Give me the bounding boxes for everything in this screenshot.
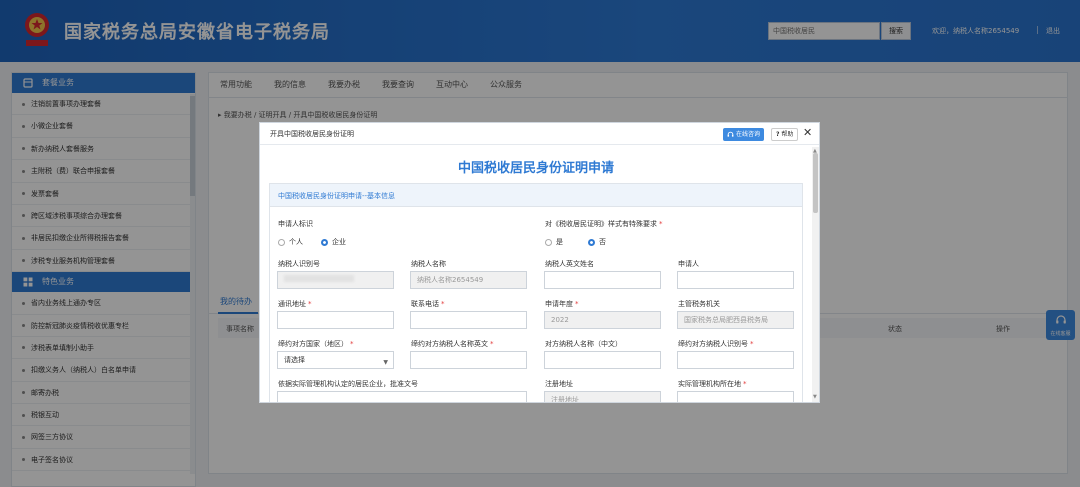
radio-special-yes[interactable]: 是 bbox=[545, 237, 563, 247]
year-label: 申请年度 * bbox=[545, 299, 579, 309]
radio-label: 个人 bbox=[289, 238, 303, 246]
required-mark: * bbox=[350, 340, 354, 348]
redacted-value bbox=[284, 275, 354, 282]
mgmt-location-label: 实际管理机构所在地 * bbox=[678, 379, 747, 389]
help-label: 帮助 bbox=[781, 131, 794, 138]
counterparty-cn-label: 对方纳税人名称（中文） bbox=[545, 340, 622, 348]
required-mark: * bbox=[308, 300, 312, 308]
required-mark: * bbox=[659, 220, 663, 228]
required-mark: * bbox=[441, 300, 445, 308]
authority-field: 国家税务总局肥西县税务局 bbox=[677, 311, 794, 329]
required-mark: * bbox=[575, 300, 579, 308]
counterparty-en-field[interactable] bbox=[410, 351, 527, 369]
applicant-label: 申请人 bbox=[678, 260, 699, 268]
year-label-text: 申请年度 bbox=[545, 300, 573, 308]
counterparty-cn-field[interactable] bbox=[544, 351, 661, 369]
phone-label-text: 联系电话 bbox=[411, 300, 439, 308]
radio-circle-selected bbox=[588, 238, 595, 246]
country-label: 缔约对方国家（地区） * bbox=[278, 339, 354, 349]
country-label-text: 缔约对方国家（地区） bbox=[278, 340, 348, 348]
required-mark: * bbox=[490, 340, 494, 348]
radio-label: 否 bbox=[599, 238, 606, 246]
address-label: 通讯地址 * bbox=[278, 299, 312, 309]
residency-certificate-dialog: 开具中国税收居民身份证明 在线咨询 ? 帮助 ✕ ▲ ▼ 中国税收居民身份证明申… bbox=[259, 122, 820, 403]
reg-address-field: 注册地址 bbox=[544, 391, 661, 402]
counterparty-id-label-text: 缔约对方纳税人识别号 bbox=[678, 340, 748, 348]
year-field: 2022 bbox=[544, 311, 661, 329]
applicant-field[interactable] bbox=[677, 271, 794, 289]
close-icon[interactable]: ✕ bbox=[803, 127, 812, 139]
online-consult-button[interactable]: 在线咨询 bbox=[723, 128, 765, 141]
required-mark: * bbox=[750, 340, 754, 348]
radio-circle bbox=[278, 238, 285, 246]
headset-icon bbox=[727, 131, 734, 137]
tax-id-label: 纳税人识别号 bbox=[278, 260, 320, 268]
radio-label: 企业 bbox=[332, 238, 346, 246]
form-title: 中国税收居民身份证明申请 bbox=[457, 161, 614, 176]
section-title: 中国税收居民身份证明申请--基本信息 bbox=[278, 192, 396, 200]
radio-special-no[interactable]: 否 bbox=[588, 237, 606, 247]
mgmt-location-label-text: 实际管理机构所在地 bbox=[678, 380, 741, 388]
resident-doc-label: 依据实际管理机构认定的居民企业，批准文号 bbox=[278, 380, 418, 388]
radio-individual[interactable]: 个人 bbox=[278, 237, 303, 247]
counterparty-en-label: 缔约对方纳税人名称英文 * bbox=[411, 339, 494, 349]
country-select[interactable]: 请选择 ▼ bbox=[277, 351, 394, 369]
required-mark: * bbox=[743, 380, 747, 388]
counterparty-id-field[interactable] bbox=[677, 351, 794, 369]
dialog-scrollbar-thumb[interactable] bbox=[813, 153, 818, 213]
basic-info-section bbox=[269, 183, 803, 402]
chevron-down-icon: ▼ bbox=[383, 359, 388, 366]
english-name-label: 纳税人英文姓名 bbox=[545, 260, 594, 268]
tax-name-field: 纳税人名称2654549 bbox=[410, 271, 527, 289]
phone-field[interactable] bbox=[410, 311, 527, 329]
tax-id-field bbox=[277, 271, 394, 289]
tax-name-label: 纳税人名称 bbox=[411, 260, 446, 268]
counterparty-id-label: 缔约对方纳税人识别号 * bbox=[678, 339, 754, 349]
authority-label: 主管税务机关 bbox=[678, 300, 720, 308]
scroll-down-arrow-icon[interactable]: ▼ bbox=[813, 394, 817, 400]
radio-enterprise[interactable]: 企业 bbox=[321, 237, 346, 247]
address-label-text: 通讯地址 bbox=[278, 300, 306, 308]
help-icon: ? bbox=[776, 131, 780, 138]
address-field[interactable] bbox=[277, 311, 394, 329]
mgmt-location-field[interactable] bbox=[677, 391, 794, 402]
help-button[interactable]: ? 帮助 bbox=[771, 128, 799, 141]
radio-label: 是 bbox=[556, 238, 563, 246]
reg-address-label: 注册地址 bbox=[545, 380, 573, 388]
online-consult-label: 在线咨询 bbox=[736, 131, 761, 138]
counterparty-en-label-text: 缔约对方纳税人名称英文 bbox=[411, 340, 488, 348]
country-select-value: 请选择 bbox=[284, 356, 305, 364]
radio-circle bbox=[545, 238, 552, 246]
special-requirement-label: 对《税收居民证明》样式有特殊要求 * bbox=[545, 219, 663, 229]
resident-doc-field[interactable] bbox=[277, 391, 527, 402]
special-requirement-text: 对《税收居民证明》样式有特殊要求 bbox=[545, 220, 657, 228]
radio-circle-selected bbox=[321, 238, 328, 246]
dialog-title: 开具中国税收居民身份证明 bbox=[270, 130, 354, 138]
english-name-field[interactable] bbox=[544, 271, 661, 289]
phone-label: 联系电话 * bbox=[411, 299, 445, 309]
applicant-type-label: 申请人标识 bbox=[278, 220, 313, 228]
